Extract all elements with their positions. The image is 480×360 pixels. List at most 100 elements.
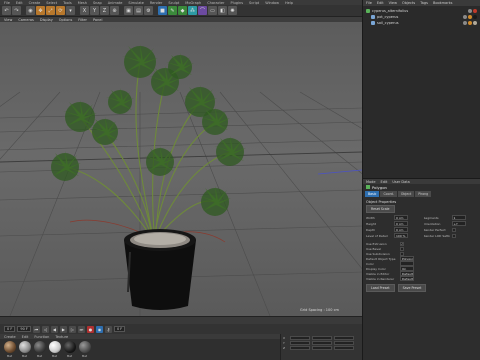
previous-key-icon[interactable]: ◁ [41, 325, 49, 333]
subdivision-surface-icon[interactable]: ◆ [178, 6, 187, 15]
am-menu-edit[interactable]: Edit [381, 180, 388, 184]
tab-object[interactable]: Object [397, 191, 415, 197]
material-swatch[interactable]: Mat [18, 341, 31, 358]
bend-deformer-icon[interactable]: ⌒ [198, 6, 207, 15]
material-swatch[interactable]: Mat [33, 341, 46, 358]
visibility-dot-icon[interactable] [468, 9, 472, 13]
viewport-menu-panel[interactable]: Panel [93, 18, 102, 22]
field-value[interactable]: 0 cm [394, 221, 408, 226]
size-z-field[interactable] [312, 346, 332, 350]
menu-file[interactable]: File [4, 1, 10, 5]
material-swatch[interactable]: Mat [78, 341, 91, 358]
3d-viewport[interactable]: Grid Spacing : 100 cm [0, 22, 362, 316]
menu-plugins[interactable]: Plugins [230, 1, 243, 5]
field-value[interactable]: 0 cm [394, 227, 408, 232]
om-menu-tags[interactable]: Tags [420, 1, 428, 5]
om-menu-edit[interactable]: Edit [377, 1, 384, 5]
camera-icon[interactable]: ◧ [218, 6, 227, 15]
floor-icon[interactable]: ▭ [208, 6, 217, 15]
array-icon[interactable]: ⁂ [188, 6, 197, 15]
menu-tools[interactable]: Tools [63, 1, 72, 5]
autokey-icon[interactable]: ◉ [95, 325, 103, 333]
mat-menu-function[interactable]: Function [34, 335, 49, 339]
coordinate-system-icon[interactable]: ⊕ [110, 6, 119, 15]
field-checkbox[interactable] [400, 251, 404, 256]
field-dropdown[interactable]: Default [400, 276, 414, 281]
tab-basic[interactable]: Basic [365, 191, 380, 197]
mat-menu-edit[interactable]: Edit [22, 335, 29, 339]
go-to-start-icon[interactable]: ⏮ [32, 325, 40, 333]
record-key-icon[interactable]: ● [86, 325, 94, 333]
menu-edit[interactable]: Edit [16, 1, 23, 5]
save-preset-button[interactable]: Save Preset [397, 284, 427, 292]
rotation-b-field[interactable] [334, 346, 354, 350]
am-menu-user-data[interactable]: User Data [392, 180, 409, 184]
field-dropdown[interactable]: Default [400, 271, 414, 276]
next-key-icon[interactable]: ▷ [68, 325, 76, 333]
viewport-menu-cameras[interactable]: Cameras [18, 18, 34, 22]
light-icon[interactable]: ✺ [228, 6, 237, 15]
menu-snap[interactable]: Snap [93, 1, 102, 5]
size-x-field[interactable] [312, 336, 332, 340]
y-axis-icon[interactable]: Y [90, 6, 99, 15]
position-x-field[interactable] [290, 336, 310, 340]
menu-mesh[interactable]: Mesh [78, 1, 87, 5]
viewport-menu-display[interactable]: Display [40, 18, 53, 22]
render-settings-icon[interactable]: ⚙ [144, 6, 153, 15]
field-color[interactable] [400, 261, 414, 266]
visibility-dot-icon[interactable] [463, 15, 467, 19]
rotation-p-field[interactable] [334, 341, 354, 345]
field-value[interactable]: 100 % [394, 233, 408, 238]
current-frame-field[interactable]: 0 F [113, 326, 126, 332]
z-axis-icon[interactable]: Z [100, 6, 109, 15]
live-select-icon[interactable]: ◉ [26, 6, 35, 15]
tab-phong[interactable]: Phong [415, 191, 432, 197]
recent-tools-icon[interactable]: ▾ [66, 6, 75, 15]
mat-menu-create[interactable]: Create [4, 335, 16, 339]
viewport-menu-filter[interactable]: Filter [78, 18, 87, 22]
rotation-h-field[interactable] [334, 336, 354, 340]
visibility-dot-icon[interactable] [463, 21, 467, 25]
menu-sculpt[interactable]: Sculpt [168, 1, 179, 5]
menu-animate[interactable]: Animate [108, 1, 123, 5]
menu-window[interactable]: Window [265, 1, 279, 5]
menu-render[interactable]: Render [150, 1, 162, 5]
menu-help[interactable]: Help [285, 1, 293, 5]
render-picture-viewer-icon[interactable]: ▤ [134, 6, 143, 15]
field-value[interactable]: 1 [451, 215, 466, 220]
om-menu-bookmarks[interactable]: Bookmarks [433, 1, 453, 5]
load-preset-button[interactable]: Load Preset [366, 284, 395, 292]
field-checkbox[interactable] [451, 233, 456, 238]
phong-tag-icon[interactable] [468, 15, 472, 19]
position-z-field[interactable] [290, 346, 310, 350]
phong-tag-icon[interactable] [468, 21, 472, 25]
play-forwards-icon[interactable]: ▶ [59, 325, 67, 333]
redo-icon[interactable]: ↷ [12, 6, 21, 15]
render-view-icon[interactable]: ▣ [124, 6, 133, 15]
keyframe-selection-icon[interactable]: ⚷ [104, 325, 112, 333]
menu-character[interactable]: Character [207, 1, 224, 5]
material-tag-icon[interactable] [473, 21, 477, 25]
reset-scale-button[interactable]: Reset Scale [366, 205, 395, 213]
menu-create[interactable]: Create [29, 1, 41, 5]
material-swatch[interactable]: Mat [48, 341, 61, 358]
field-dropdown[interactable]: Polygon [400, 256, 414, 261]
object-row[interactable]: soil_cyperus [363, 20, 480, 26]
om-menu-view[interactable]: View [389, 1, 397, 5]
start-frame-field[interactable]: 0 F [4, 326, 16, 332]
field-checkbox[interactable] [451, 227, 456, 232]
material-swatch[interactable]: Mat [3, 341, 16, 358]
menu-simulate[interactable]: Simulate [128, 1, 143, 5]
material-swatch[interactable]: Mat [63, 341, 76, 358]
field-value[interactable]: 0 cm [394, 215, 408, 220]
undo-icon[interactable]: ↶ [2, 6, 11, 15]
go-to-end-icon[interactable]: ⏭ [77, 325, 85, 333]
tab-coord[interactable]: Coord. [380, 191, 397, 197]
field-checkbox[interactable]: ✓ [400, 241, 404, 246]
scale-tool-icon[interactable]: ⤢ [46, 6, 55, 15]
move-tool-icon[interactable]: ✥ [36, 6, 45, 15]
material-tag-icon[interactable] [473, 15, 477, 19]
menu-select[interactable]: Select [46, 1, 57, 5]
om-menu-objects[interactable]: Objects [402, 1, 415, 5]
position-y-field[interactable] [290, 341, 310, 345]
